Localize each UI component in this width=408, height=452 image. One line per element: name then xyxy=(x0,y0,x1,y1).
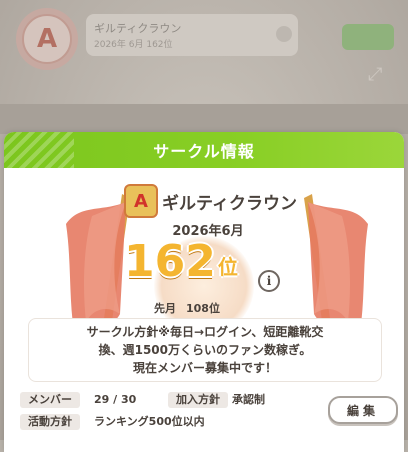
policy-line: 現在メンバー募集中です！ xyxy=(132,361,277,375)
details-row-members: メンバー 29 / 30 加入方針 承認制 xyxy=(20,390,320,412)
background-circle-name: ギルティクラウン xyxy=(94,22,182,35)
circle-name-row: A ギルティクラウン xyxy=(124,184,297,218)
rank-unit: 位 xyxy=(217,255,238,279)
rank-value: 162 xyxy=(124,236,216,287)
previous-month-value: 108位 xyxy=(186,302,220,315)
members-label: メンバー xyxy=(20,392,80,408)
circle-name: ギルティクラウン xyxy=(162,193,297,214)
activity-policy-label: 活動方針 xyxy=(20,414,80,430)
details-row-activity: 活動方針 ランキング500位以内 xyxy=(20,412,320,434)
background-emblem-letter: A xyxy=(36,24,58,54)
rank-display: 162 位 xyxy=(124,240,238,284)
previous-month-label: 先月 xyxy=(154,302,176,315)
policy-line: サークル方針※毎日→ログイン、短距離靴交 xyxy=(86,325,324,339)
background-band xyxy=(0,104,408,134)
circle-emblem-letter: A xyxy=(134,190,148,212)
dialog-header: サークル情報 xyxy=(4,132,404,168)
expand-icon: ⤢ xyxy=(368,64,383,85)
dialog-title: サークル情報 xyxy=(153,142,255,161)
edit-button[interactable]: 編集 xyxy=(328,396,398,424)
circle-policy-box: サークル方針※毎日→ログイン、短距離靴交 換、週1500万くらいのファン数稼ぎ。… xyxy=(28,318,382,382)
policy-line: 換、週1500万くらいのファン数稼ぎ。 xyxy=(98,343,312,357)
circle-emblem-icon: A xyxy=(124,184,158,218)
background-info-icon xyxy=(276,26,292,42)
circle-info-dialog: サークル情報 A ギルティクラウン 2026年6月 162 位 i 先月 108… xyxy=(4,132,404,452)
background-subtitle: 2026年 6月 162位 xyxy=(94,40,173,50)
circle-details: メンバー 29 / 30 加入方針 承認制 活動方針 ランキング500位以内 xyxy=(20,390,320,434)
activity-policy-value: ランキング500位以内 xyxy=(94,415,205,428)
rank-info-button[interactable]: i xyxy=(258,270,280,292)
background-circle-emblem: A xyxy=(16,8,78,70)
background-green-button xyxy=(342,24,394,50)
members-value: 29 / 30 xyxy=(94,393,137,406)
previous-month-rank: 先月 108位 xyxy=(154,300,220,316)
background-name-plate: ギルティクラウン 2026年 6月 162位 xyxy=(86,14,298,56)
join-policy-value: 承認制 xyxy=(232,393,265,406)
join-policy-label: 加入方針 xyxy=(168,392,228,408)
info-icon: i xyxy=(266,274,272,288)
